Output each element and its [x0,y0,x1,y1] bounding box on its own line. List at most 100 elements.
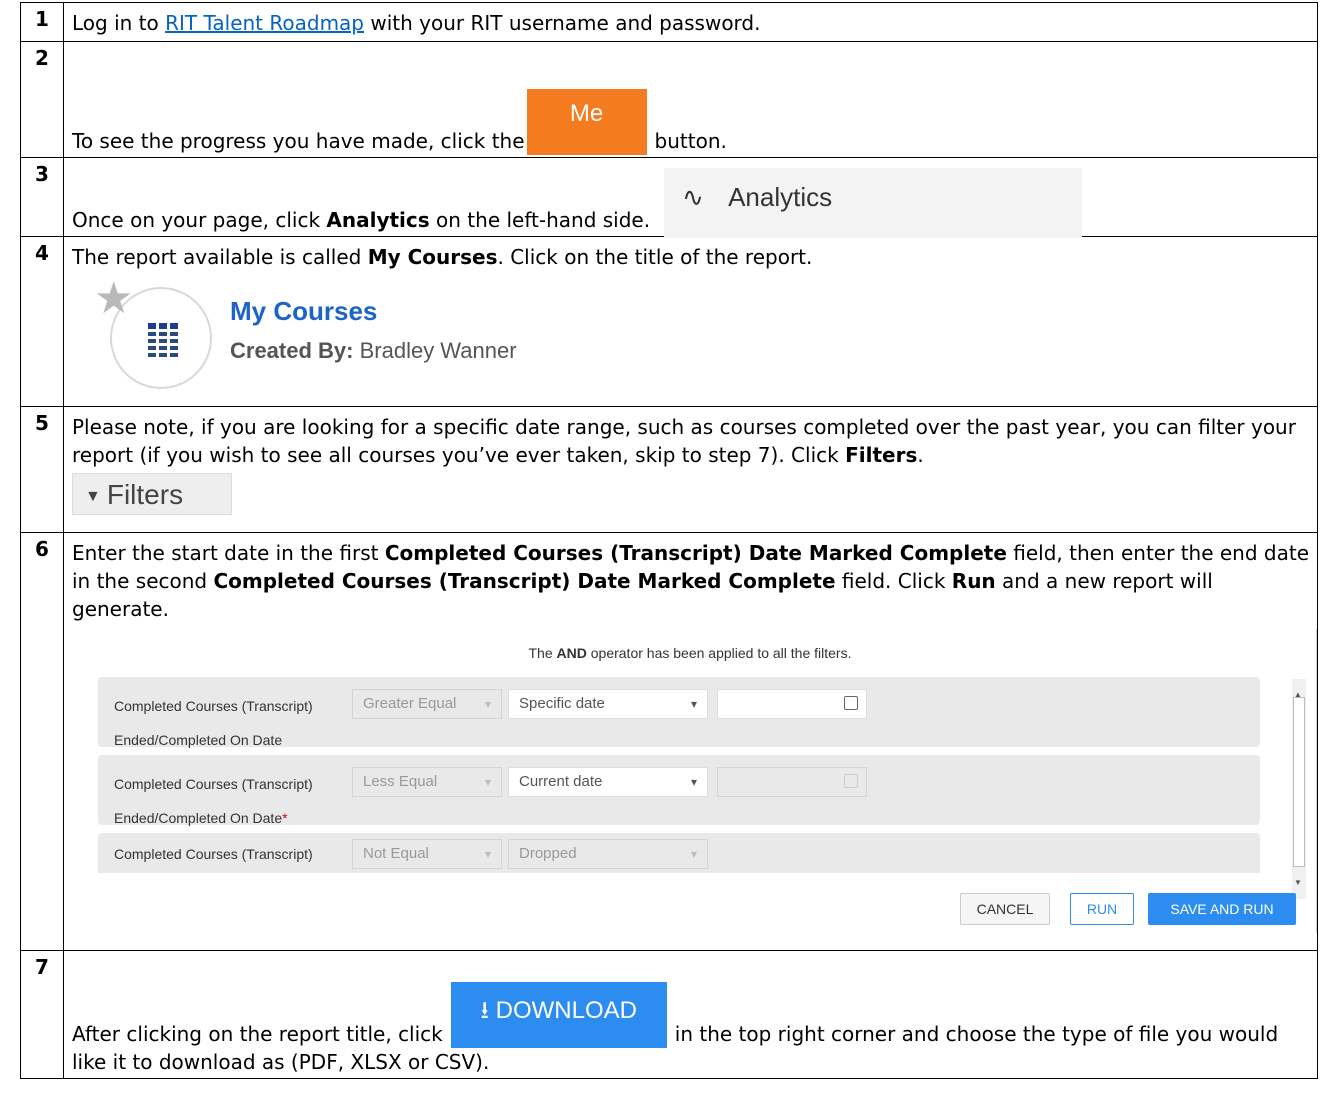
required-marker: * [282,810,288,826]
date-mode-select[interactable]: Current date ▾ [508,767,708,797]
chevron-down-icon: ▾ [690,847,697,861]
filter-scrollbar[interactable]: ▲ ▼ [1292,679,1306,899]
step-row-4: 4 The report available is called My Cour… [20,236,1318,407]
select-value: Not Equal [363,845,429,862]
step-number: 6 [20,532,64,951]
filter-panel: The AND operator has been applied to all… [64,629,1317,933]
field-name-line: Completed Courses (Transcript) [114,776,313,792]
status-select[interactable]: Dropped ▾ [508,839,708,869]
step-number: 5 [20,406,64,533]
run-button[interactable]: RUN [1070,893,1134,925]
filter-row: Completed Courses (Transcript) Ended/Comp… [98,755,1260,826]
step-text-part: Enter the start date in the first [72,541,385,565]
step-text-bold: Filters [845,443,918,467]
step-text-part: on the left-hand side. [429,208,651,232]
step-row-2: 2 To see the progress you have made, cli… [20,41,1318,158]
calendar-icon [844,774,858,788]
scroll-thumb[interactable] [1293,697,1305,867]
step-row-6: 6 Enter the start date in the first Comp… [20,532,1318,951]
select-value: Less Equal [363,773,438,790]
chevron-down-icon: ▾ [484,847,491,861]
step-text-part: After clicking on the report title, clic… [72,1022,443,1046]
me-button[interactable]: Me [526,89,647,155]
date-input [717,767,867,797]
talent-roadmap-link[interactable]: RIT Talent Roadmap [165,11,364,35]
step-text-part: . [917,443,924,467]
created-by-label: Created By: [230,338,354,363]
step-text: The report available is called My Course… [63,236,1318,407]
analytics-label: Analytics [728,182,833,212]
filter-row: Completed Courses (Transcript) Not Equal… [98,833,1260,873]
note-part: The [528,645,557,661]
step-text-bold: Analytics [326,208,430,232]
step-text-part: To see the progress you have made, click… [72,129,525,153]
select-value: Dropped [519,845,577,862]
step-text-part: Log in to [72,11,166,35]
step-number: 2 [20,41,64,158]
operator-select[interactable]: Not Equal ▾ [352,839,502,869]
step-number: 4 [20,236,64,407]
select-value: Greater Equal [363,695,457,712]
download-label: DOWNLOAD [495,997,637,1024]
step-row-1: 1 Log in to RIT Talent Roadmap with your… [20,2,1318,42]
step-text-part: . Click on the title of the report. [497,245,813,269]
step-text-part: field. Click [835,569,952,593]
field-name-line: Completed Courses (Transcript) [114,698,313,714]
field-name-line: Ended/Completed On Date [114,810,283,826]
step-text-part: with your RIT username and password. [364,11,761,35]
report-title-link[interactable]: My Courses [230,297,377,325]
step-text-part: Please note, if you are looking for a sp… [72,415,1296,467]
filters-label: Filters [106,479,184,510]
chevron-down-icon: ▾ [484,775,491,789]
cancel-button[interactable]: CANCEL [960,893,1050,925]
note-part: operator has been applied to all the fil… [586,645,852,661]
step-text-part: button. [654,129,727,153]
operator-select[interactable]: Less Equal ▾ [352,767,502,797]
step-text-bold: Run [951,569,996,593]
step-number: 3 [20,157,64,237]
report-card[interactable]: ★ My Courses Created By: Bradley Wanner [72,277,1309,401]
date-input[interactable] [717,689,867,719]
caret-down-icon: ▼ [85,487,101,505]
date-mode-select[interactable]: Specific date ▾ [508,689,708,719]
calendar-icon[interactable] [844,696,858,710]
chevron-down-icon: ▾ [690,697,697,711]
step-row-5: 5 Please note, if you are looking for a … [20,406,1318,533]
star-icon[interactable]: ★ [94,277,133,321]
step-text: To see the progress you have made, click… [63,41,1318,158]
step-text-bold: Completed Courses (Transcript) Date Mark… [213,569,836,593]
chevron-down-icon: ▾ [690,775,697,789]
step-number: 1 [20,2,64,42]
filter-row: Completed Courses (Transcript) Ended/Comp… [98,677,1260,748]
filters-toggle-button[interactable]: ▼ Filters [72,473,232,515]
filter-field-name: Completed Courses (Transcript) [114,846,313,862]
step-text-bold: Completed Courses (Transcript) Date Mark… [384,541,1007,565]
operator-select[interactable]: Greater Equal ▾ [352,689,502,719]
download-button[interactable]: ⭳ DOWNLOAD [450,982,667,1048]
step-text-part: Once on your page, click [72,208,327,232]
filter-operator-note: The AND operator has been applied to all… [64,639,1316,667]
step-text: After clicking on the report title, clic… [63,950,1318,1079]
instruction-table: 1 Log in to RIT Talent Roadmap with your… [20,2,1318,1079]
chevron-down-icon: ▾ [484,697,491,711]
analytics-icon: ∿ [682,182,704,212]
created-by-name: Bradley Wanner [353,338,517,363]
step-text-bold: My Courses [367,245,498,269]
step-text: Once on your page, click Analytics on th… [63,157,1318,238]
step-text: Enter the start date in the first Comple… [63,532,1318,951]
step-text-part: The report available is called [72,245,368,269]
select-value: Current date [519,773,603,790]
step-row-3: 3 Once on your page, click Analytics on … [20,157,1318,238]
table-grid-icon [148,323,178,360]
note-bold: AND [556,645,587,661]
report-created-by: Created By: Bradley Wanner [230,337,517,365]
filter-field-name: Completed Courses (Transcript) Ended/Comp… [114,767,313,835]
step-number: 7 [20,950,64,1079]
download-icon: ⭳ [480,997,496,1024]
filter-field-name: Completed Courses (Transcript) Ended/Comp… [114,689,313,757]
analytics-nav-item[interactable]: ∿ Analytics [664,168,1083,238]
save-and-run-button[interactable]: SAVE AND RUN [1148,893,1296,925]
field-name-line: Ended/Completed On Date [114,732,283,748]
step-text: Log in to RIT Talent Roadmap with your R… [63,2,1318,42]
step-text: Please note, if you are looking for a sp… [63,406,1318,533]
